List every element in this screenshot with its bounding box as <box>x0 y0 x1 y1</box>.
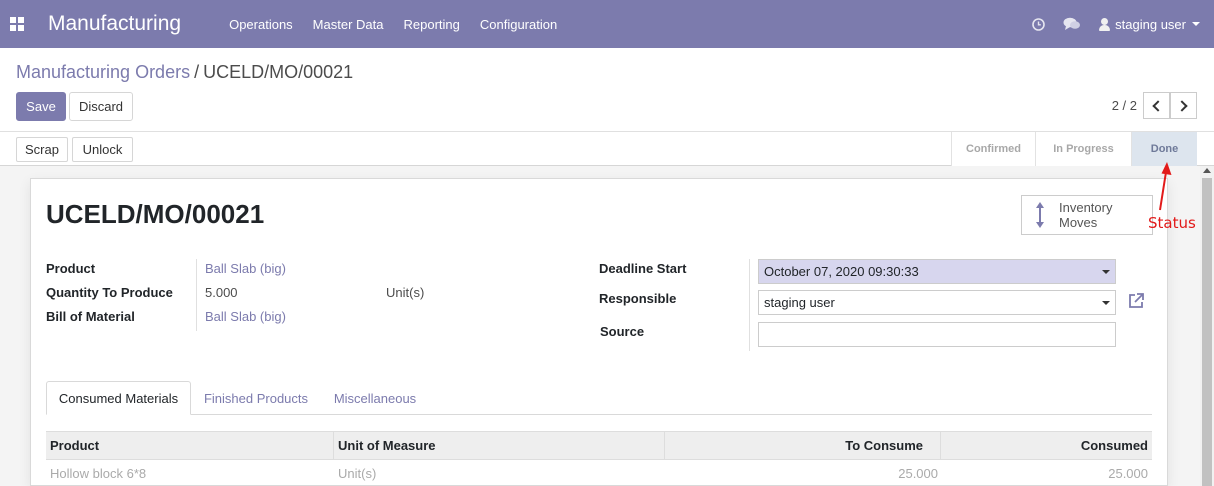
inventory-moves-button[interactable]: Inventory Moves <box>1021 195 1153 235</box>
quantity-value: 5.000 <box>205 285 238 300</box>
menu-configuration[interactable]: Configuration <box>480 17 557 32</box>
apps-menu-icon[interactable] <box>10 17 24 31</box>
navbar-systray: staging user <box>1014 0 1200 48</box>
notebook-tabs: Consumed Materials Finished Products Mis… <box>46 381 1152 415</box>
column-product[interactable]: Product <box>46 432 334 459</box>
chevron-down-icon[interactable] <box>1102 301 1110 305</box>
discard-button[interactable]: Discard <box>69 92 133 121</box>
field-separator <box>196 259 197 331</box>
responsible-label: Responsible <box>599 291 677 306</box>
column-consumed[interactable]: Consumed <box>941 432 1152 459</box>
clock-icon[interactable] <box>1032 17 1045 31</box>
inventory-moves-label: Inventory Moves <box>1059 200 1112 230</box>
quantity-uom: Unit(s) <box>386 285 425 300</box>
responsible-value: staging user <box>764 295 835 310</box>
scrollbar-thumb[interactable] <box>1202 178 1212 486</box>
stage-confirmed[interactable]: Confirmed <box>951 132 1035 166</box>
deadline-start-field[interactable]: October 07, 2020 09:30:33 <box>758 259 1116 284</box>
smart-button-line2: Moves <box>1059 215 1098 230</box>
main-menu: Operations Master Data Reporting Configu… <box>229 17 577 32</box>
top-navbar: Manufacturing Operations Master Data Rep… <box>0 0 1214 48</box>
chevron-left-icon <box>1152 99 1164 112</box>
product-value[interactable]: Ball Slab (big) <box>205 261 286 276</box>
breadcrumb-parent[interactable]: Manufacturing Orders <box>16 62 190 82</box>
bom-label: Bill of Material <box>46 309 135 324</box>
deadline-label: Deadline Start <box>599 261 687 276</box>
chevron-right-icon <box>1176 99 1188 112</box>
source-input[interactable] <box>758 322 1116 347</box>
chat-icon[interactable] <box>1063 17 1081 31</box>
annotation-status-label: Status <box>1148 214 1196 232</box>
smart-button-line1: Inventory <box>1059 200 1113 215</box>
chevron-down-icon[interactable] <box>1192 22 1200 26</box>
row-consumed: 25.000 <box>1108 465 1148 481</box>
tab-finished-products[interactable]: Finished Products <box>194 381 318 415</box>
save-button[interactable]: Save <box>16 92 66 121</box>
pager-next-button[interactable] <box>1170 92 1197 119</box>
deadline-start-value: October 07, 2020 09:30:33 <box>764 264 919 279</box>
user-menu-name[interactable]: staging user <box>1115 17 1186 32</box>
up-down-arrow-icon <box>1036 202 1044 228</box>
bom-value[interactable]: Ball Slab (big) <box>205 309 286 324</box>
table-row[interactable]: Hollow block 6*8 Unit(s) 25.000 25.000 <box>46 459 1152 486</box>
record-title: UCELD/MO/00021 <box>46 199 265 229</box>
user-icon[interactable] <box>1099 17 1111 31</box>
table-header: Product Unit of Measure To Consume Consu… <box>46 431 1152 459</box>
column-to-consume[interactable]: To Consume <box>665 432 941 459</box>
annotation-arrow-icon <box>1159 162 1172 211</box>
pager-previous-button[interactable] <box>1143 92 1170 119</box>
row-product: Hollow block 6*8 <box>50 465 147 481</box>
quantity-label: Quantity To Produce <box>46 285 173 300</box>
field-separator <box>749 259 750 351</box>
scrap-button[interactable]: Scrap <box>16 137 68 162</box>
chevron-down-icon[interactable] <box>1102 270 1110 274</box>
vertical-scrollbar[interactable] <box>1200 166 1214 486</box>
external-link-icon[interactable] <box>1127 292 1145 310</box>
unlock-button[interactable]: Unlock <box>72 137 133 162</box>
form-statusbar: Scrap Unlock Confirmed In Progress Done <box>0 131 1214 166</box>
row-unit-of-measure: Unit(s) <box>338 465 377 481</box>
menu-operations[interactable]: Operations <box>229 17 293 32</box>
tab-miscellaneous[interactable]: Miscellaneous <box>322 381 428 415</box>
breadcrumb-separator: / <box>194 62 200 82</box>
menu-master-data[interactable]: Master Data <box>313 17 384 32</box>
breadcrumb-current: UCELD/MO/00021 <box>203 62 354 82</box>
app-brand[interactable]: Manufacturing <box>48 12 181 36</box>
breadcrumb: Manufacturing Orders / UCELD/MO/00021 <box>16 62 353 83</box>
responsible-field[interactable]: staging user <box>758 290 1116 315</box>
tab-consumed-materials[interactable]: Consumed Materials <box>46 381 191 415</box>
source-label: Source <box>600 324 645 339</box>
menu-reporting[interactable]: Reporting <box>403 17 459 32</box>
scroll-up-arrow-icon[interactable] <box>1203 168 1211 173</box>
stage-in-progress[interactable]: In Progress <box>1035 132 1131 166</box>
product-label: Product <box>46 261 96 276</box>
row-to-consume: 25.000 <box>898 465 938 481</box>
pager-value[interactable]: 2 / 2 <box>1112 98 1137 113</box>
column-unit-of-measure[interactable]: Unit of Measure <box>334 432 665 459</box>
